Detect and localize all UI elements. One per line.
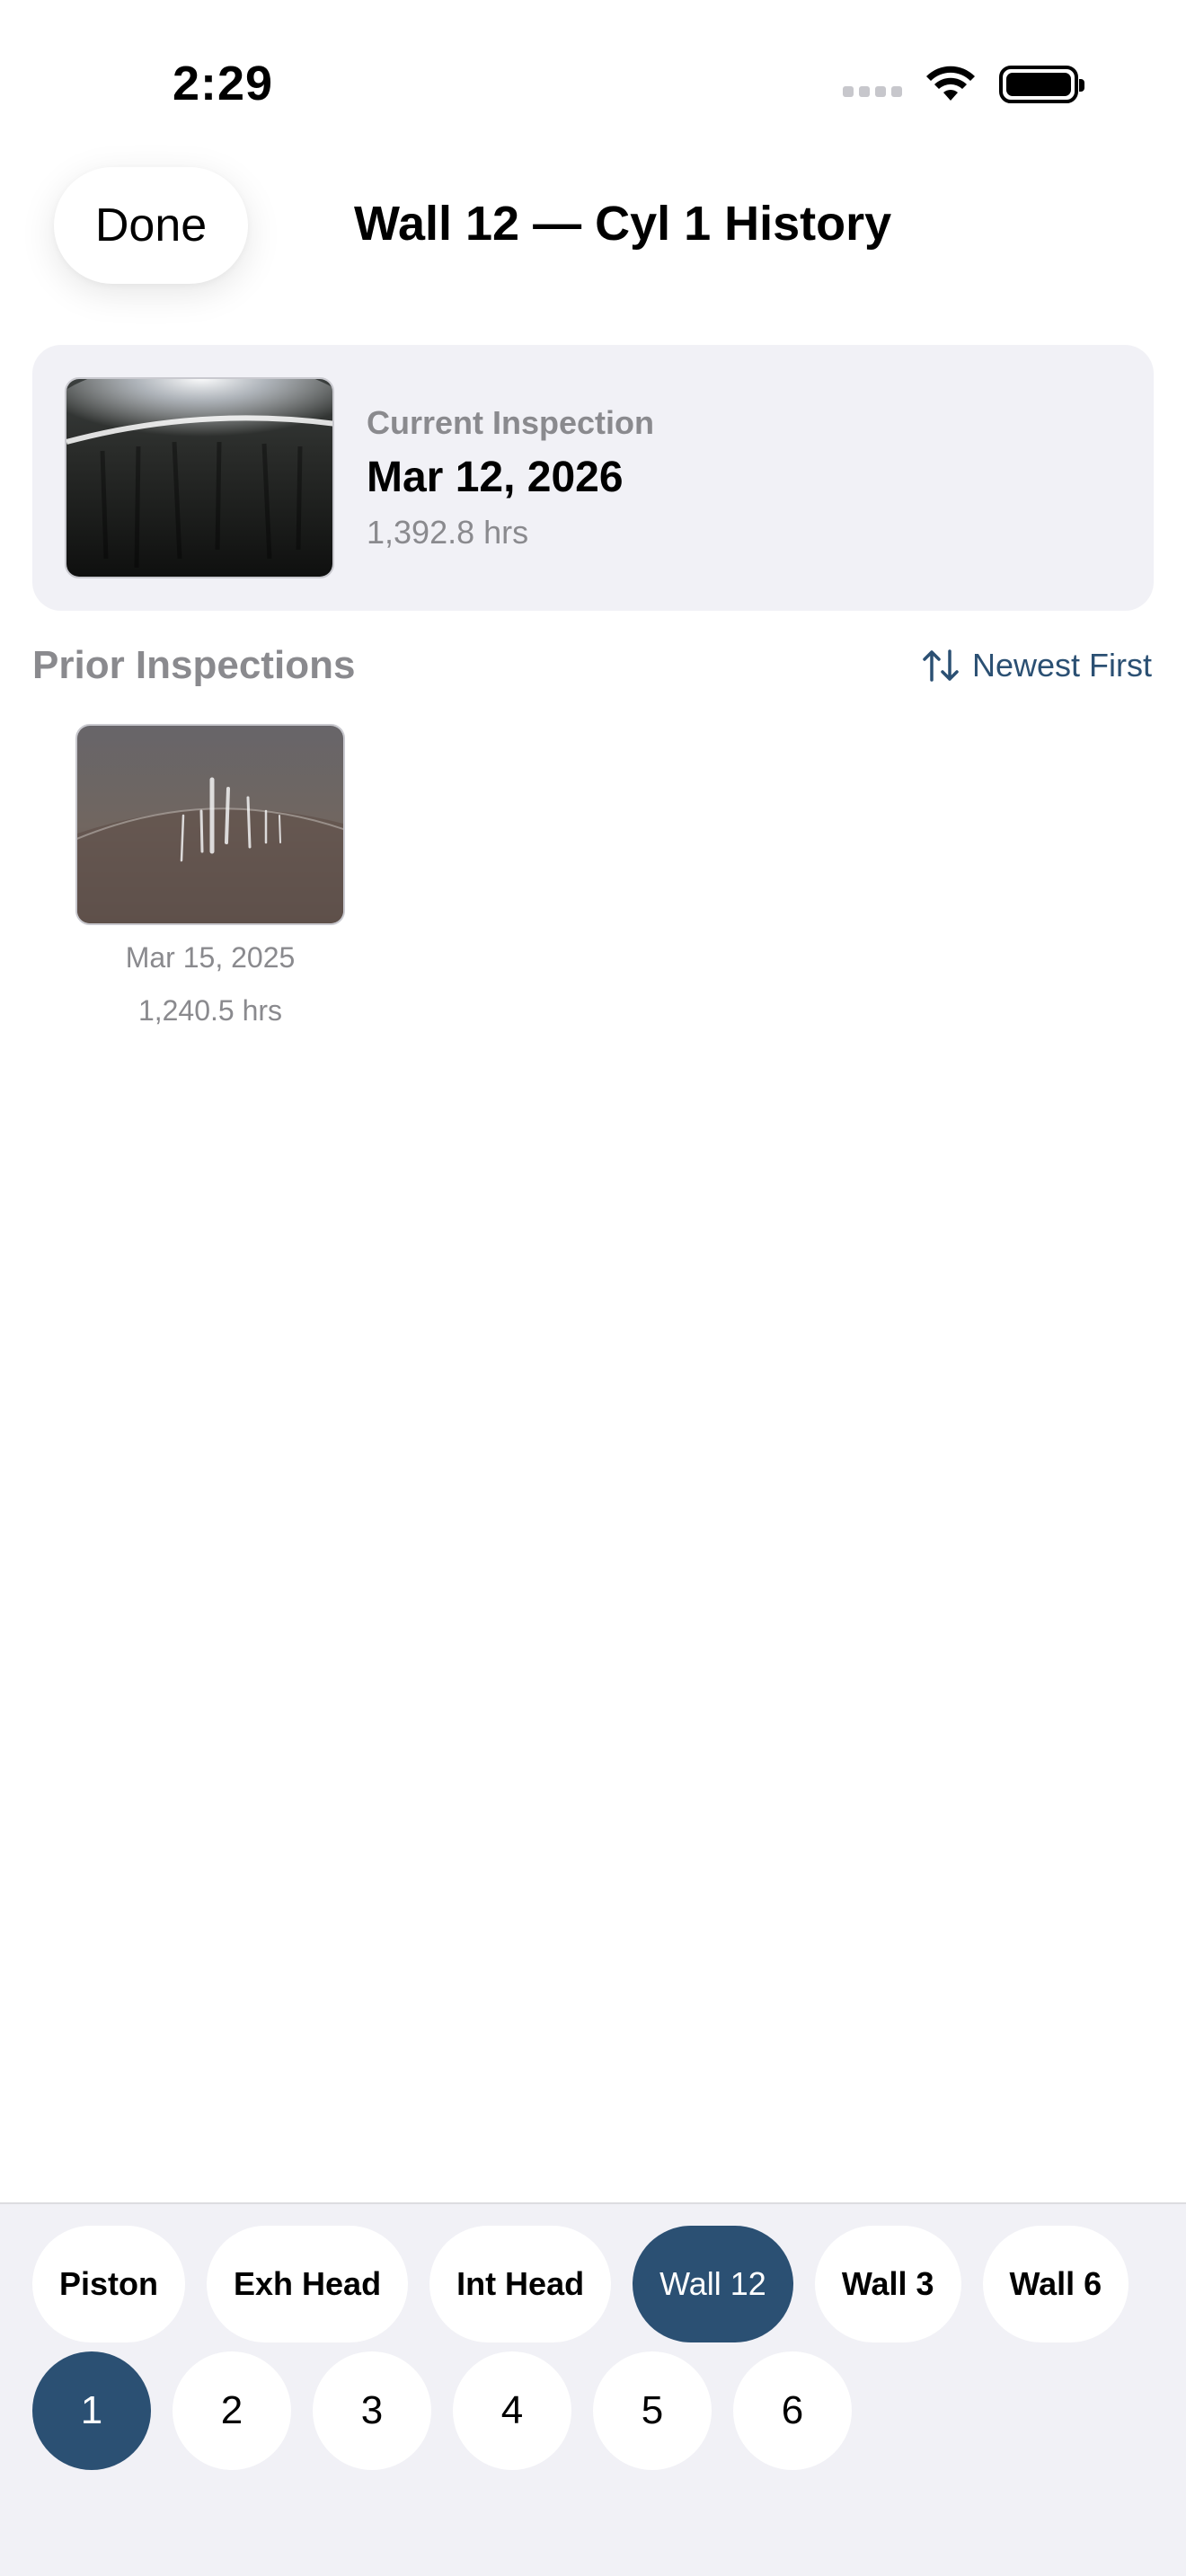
bottom-selector-bar: Piston Exh Head Int Head Wall 12 Wall 3 … — [0, 2202, 1186, 2576]
current-inspection-card[interactable]: Current Inspection Mar 12, 2026 1,392.8 … — [32, 345, 1154, 611]
current-inspection-hours: 1,392.8 hrs — [367, 514, 529, 551]
sort-order-label: Newest First — [971, 647, 1152, 684]
cylinder-button-5[interactable]: 5 — [593, 2351, 712, 2470]
chip-exh-head[interactable]: Exh Head — [207, 2226, 409, 2342]
battery-icon — [999, 66, 1084, 103]
wifi-icon — [926, 66, 975, 101]
current-inspection-label: Current Inspection — [367, 404, 655, 441]
cylinder-button-3[interactable]: 3 — [313, 2351, 431, 2470]
sort-order-button[interactable]: Newest First — [922, 647, 1152, 684]
inspection-history-screen: 2:29 Done Wall 12 — Cyl 1 History Curren… — [0, 0, 1186, 2576]
cylinder-button-1[interactable]: 1 — [32, 2351, 151, 2470]
location-chip-row: Piston Exh Head Int Head Wall 12 Wall 3 … — [32, 2226, 1129, 2342]
cylinder-number-row: 1 2 3 4 5 6 — [32, 2351, 852, 2470]
cylinder-button-4[interactable]: 4 — [453, 2351, 571, 2470]
prior-inspection-hours: 1,240.5 hrs — [137, 994, 283, 1027]
chip-piston[interactable]: Piston — [32, 2226, 186, 2342]
prior-inspection-item[interactable]: Mar 15, 2025 1,240.5 hrs — [75, 724, 345, 1028]
cylinder-button-6[interactable]: 6 — [733, 2351, 852, 2470]
status-time: 2:29 — [173, 57, 274, 110]
cylinder-button-2[interactable]: 2 — [173, 2351, 291, 2470]
prior-inspection-date: Mar 15, 2025 — [125, 941, 296, 974]
page-title: Wall 12 — Cyl 1 History — [354, 197, 892, 251]
current-inspection-photo[interactable] — [65, 377, 334, 578]
chip-wall-6[interactable]: Wall 6 — [982, 2226, 1129, 2342]
done-button[interactable]: Done — [54, 167, 248, 284]
prior-inspections-heading: Prior Inspections — [32, 643, 356, 687]
chip-wall-3[interactable]: Wall 3 — [814, 2226, 961, 2342]
chip-int-head[interactable]: Int Head — [429, 2226, 612, 2342]
prior-inspection-photo[interactable] — [75, 724, 345, 925]
current-inspection-date: Mar 12, 2026 — [367, 454, 624, 501]
status-icons — [843, 65, 1084, 104]
sort-icon — [923, 649, 959, 682]
cellular-signal-icon — [843, 72, 902, 97]
chip-wall-12[interactable]: Wall 12 — [633, 2226, 793, 2342]
